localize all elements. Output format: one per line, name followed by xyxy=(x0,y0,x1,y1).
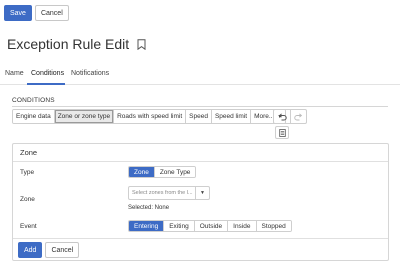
condition-engine-data[interactable]: Engine data xyxy=(13,110,55,123)
undo-button[interactable] xyxy=(274,110,290,123)
page-header: Exception Rule Edit xyxy=(7,36,146,52)
condition-roads-with-speed-limit[interactable]: Roads with speed limit xyxy=(114,110,187,123)
event-option-exiting[interactable]: Exiting xyxy=(164,221,195,231)
redo-button[interactable] xyxy=(290,110,306,123)
panel-footer-divider xyxy=(13,238,388,239)
type-label: Type xyxy=(20,169,35,176)
tab-bar: Name Conditions Notifications xyxy=(0,68,400,85)
page-title: Exception Rule Edit xyxy=(7,36,130,52)
event-option-stopped[interactable]: Stopped xyxy=(256,221,291,231)
condition-zone-or-zone-type[interactable]: Zone or zone type xyxy=(54,110,115,123)
event-option-inside[interactable]: Inside xyxy=(228,221,257,231)
condition-speed-limit[interactable]: Speed limit xyxy=(211,110,252,123)
save-button[interactable]: Save xyxy=(4,5,32,21)
panel-footer-buttons: Add Cancel xyxy=(18,242,80,258)
event-label: Event xyxy=(20,223,37,230)
type-option-zone[interactable]: Zone xyxy=(129,167,155,177)
condition-type-bar: Engine data Zone or zone type Roads with… xyxy=(12,109,287,124)
selected-zones-text: Selected: None xyxy=(128,205,170,211)
condition-speed[interactable]: Speed xyxy=(186,110,212,123)
dropdown-caret-icon[interactable]: ▼ xyxy=(195,187,209,199)
panel-title: Zone xyxy=(13,144,388,162)
rule-document-button[interactable] xyxy=(275,126,289,139)
tab-notifications[interactable]: Notifications xyxy=(71,70,109,77)
zone-select-placeholder: Select zones from the l... xyxy=(132,190,193,196)
add-condition-button[interactable]: Add xyxy=(18,242,43,258)
type-toggle: Zone Zone Type xyxy=(128,166,197,178)
event-option-outside[interactable]: Outside xyxy=(194,221,229,231)
event-option-entering[interactable]: Entering xyxy=(129,221,165,231)
type-option-zone-type[interactable]: Zone Type xyxy=(154,167,196,177)
cancel-button[interactable]: Cancel xyxy=(34,5,69,21)
tab-conditions[interactable]: Conditions xyxy=(31,70,64,77)
redo-icon xyxy=(294,113,303,120)
active-tab-indicator xyxy=(27,83,65,85)
zone-condition-panel: Zone Type Zone Zone Type Zone Select zon… xyxy=(12,143,389,261)
undo-redo-group xyxy=(273,109,307,124)
conditions-divider xyxy=(12,106,388,107)
zone-label: Zone xyxy=(20,196,35,203)
conditions-heading: CONDITIONS xyxy=(12,97,55,104)
cancel-condition-button[interactable]: Cancel xyxy=(45,242,80,258)
event-toggle: Entering Exiting Outside Inside Stopped xyxy=(128,220,292,232)
top-toolbar: Save Cancel xyxy=(4,5,69,21)
undo-icon xyxy=(278,113,287,120)
tab-name[interactable]: Name xyxy=(5,70,24,77)
zone-select[interactable]: Select zones from the l... ▼ xyxy=(128,186,210,200)
bookmark-icon[interactable] xyxy=(137,38,146,50)
document-icon xyxy=(278,128,286,137)
